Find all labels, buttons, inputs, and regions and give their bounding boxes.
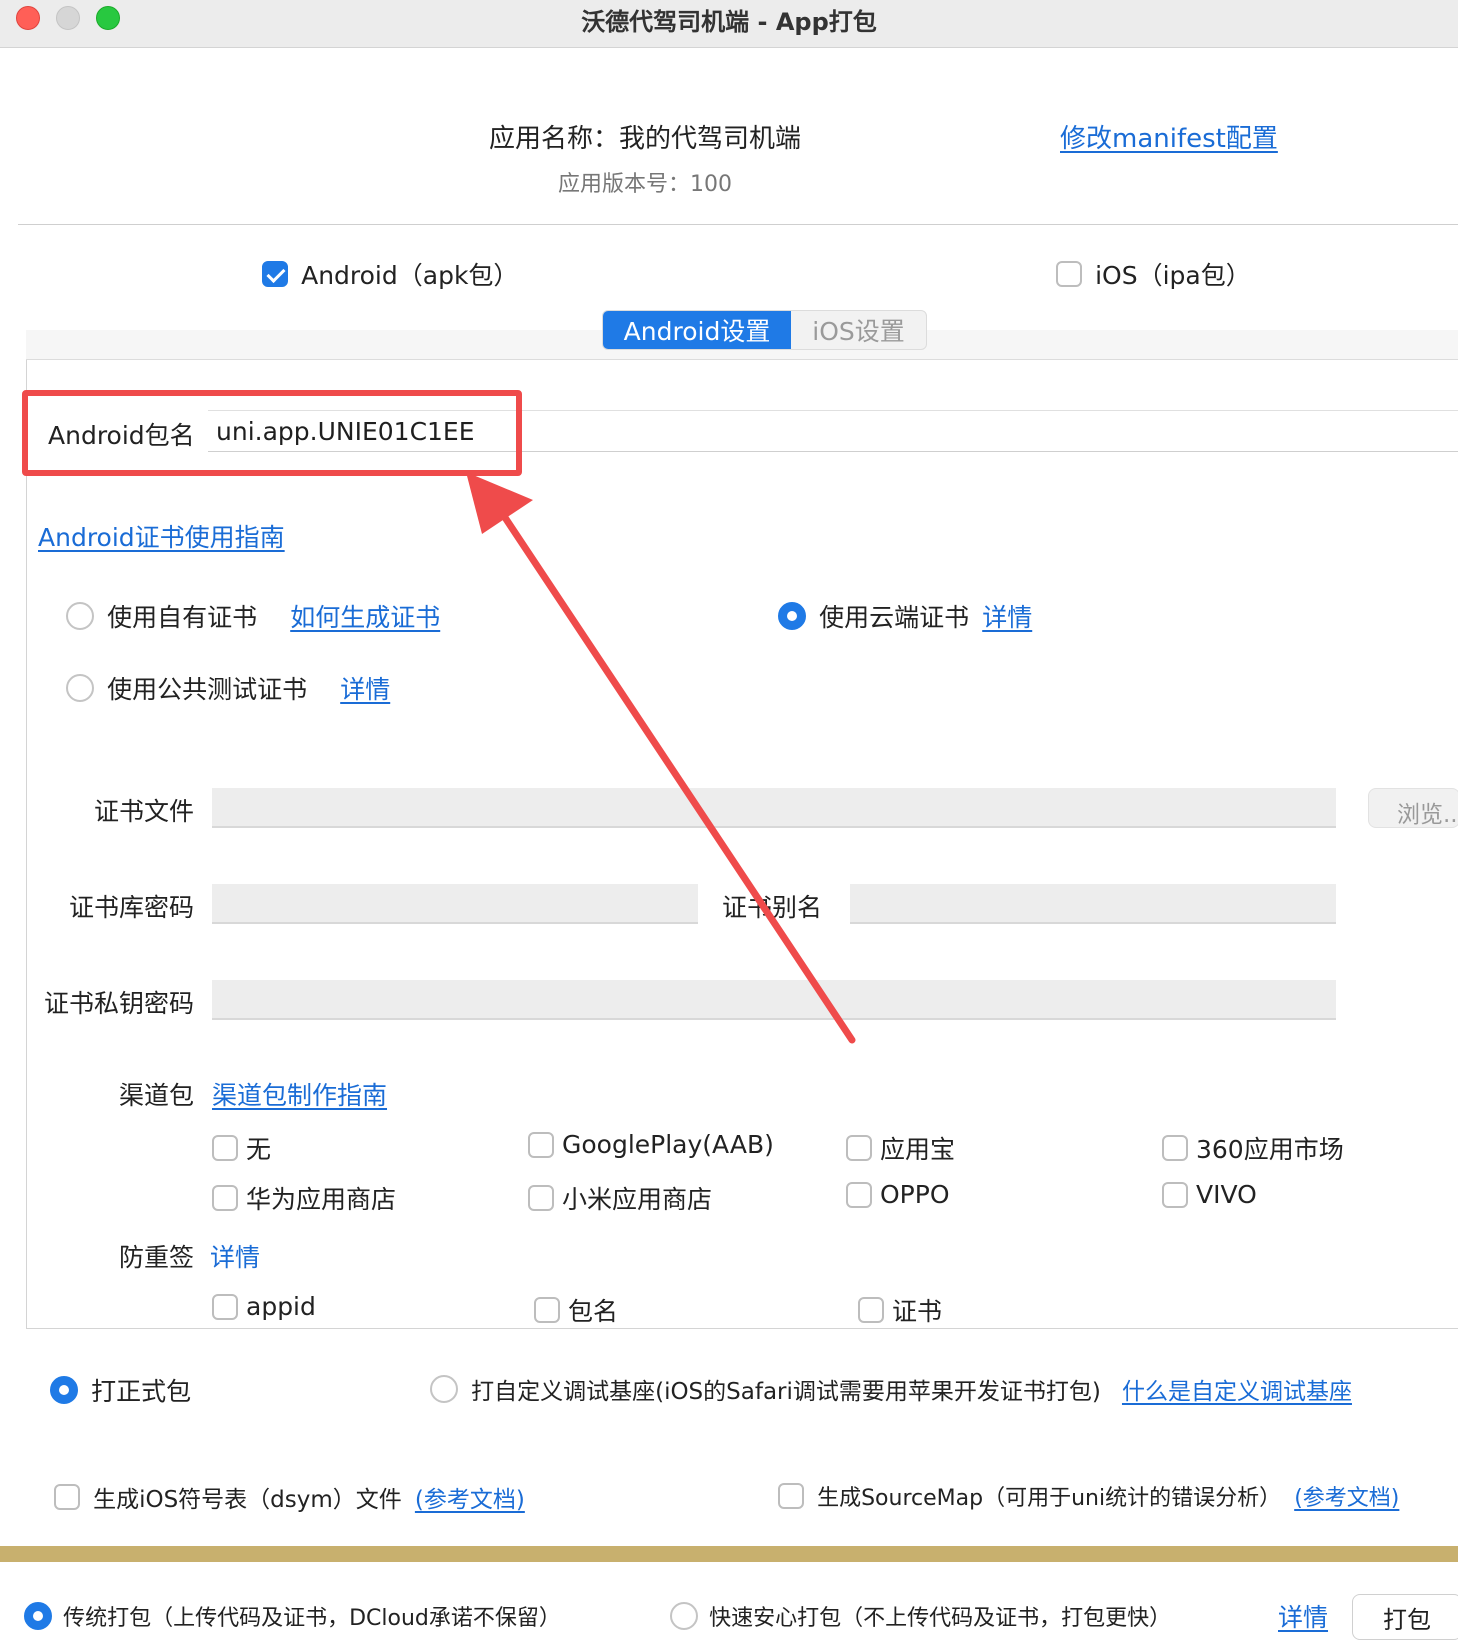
own-cert-radio[interactable] [66,602,94,630]
anti-resign-option-label: appid [246,1292,316,1321]
channel-option-label: 无 [246,1135,272,1164]
keystore-password-label: 证书库密码 [68,893,194,922]
channel-checkbox[interactable] [1162,1181,1188,1208]
dsym-docs-link[interactable]: (参考文档) [415,1480,525,1514]
own-cert-option[interactable]: 使用自有证书 如何生成证书 [66,598,440,634]
anti-resign-option-label: 证书 [892,1297,943,1326]
keystore-password-input[interactable] [212,884,698,924]
sourcemap-label: 生成SourceMap（可用于uni统计的错误分析） [817,1486,1282,1511]
android-platform-label: Android（apk包） [301,261,519,290]
channel-option-label: 360应用市场 [1196,1135,1344,1164]
channel-option-label: OPPO [880,1180,950,1209]
channel-option-label: VIVO [1196,1180,1257,1209]
app-version: 应用版本号：100 [558,172,732,197]
anti-resign-details-link[interactable]: 详情 [210,1238,260,1274]
fast-pack-option[interactable]: 快速安心打包（不上传代码及证书，打包更快） [670,1600,1171,1632]
cloud-cert-label: 使用云端证书 [819,603,970,632]
android-checkbox[interactable] [262,261,288,287]
channel-option-label: 应用宝 [880,1135,956,1164]
edit-manifest-link[interactable]: 修改manifest配置 [1060,118,1278,155]
public-test-cert-option[interactable]: 使用公共测试证书 详情 [66,670,390,706]
anti-resign-option-cert[interactable]: 证书 [858,1292,942,1328]
anti-resign-option-package[interactable]: 包名 [534,1292,618,1328]
traditional-pack-option[interactable]: 传统打包（上传代码及证书，DCloud承诺不保留） [24,1600,561,1632]
pack-button[interactable]: 打包 [1352,1594,1458,1640]
release-build-label: 打正式包 [91,1377,192,1406]
anti-resign-label: 防重签 [118,1243,194,1272]
channel-guide-link[interactable]: 渠道包制作指南 [212,1076,387,1112]
own-cert-label: 使用自有证书 [107,603,258,632]
app-name: 应用名称：我的代驾司机端 [488,124,801,154]
public-test-cert-radio[interactable] [66,674,94,702]
anti-resign-checkbox[interactable] [212,1293,238,1320]
android-platform-option[interactable]: Android（apk包） [262,256,518,292]
package-name-highlight-box [22,390,522,476]
cloud-cert-details-link[interactable]: 详情 [982,598,1032,634]
release-build-radio[interactable] [50,1376,78,1404]
channel-option-360[interactable]: 360应用市场 [1162,1130,1344,1166]
dsym-checkbox[interactable] [54,1484,80,1510]
fast-pack-label: 快速安心打包（不上传代码及证书，打包更快） [709,1606,1172,1631]
custom-base-radio[interactable] [430,1375,458,1403]
channel-option-huawei[interactable]: 华为应用商店 [212,1180,396,1216]
window-title: 沃德代驾司机端 - App打包 [581,8,877,36]
channel-checkbox[interactable] [212,1135,238,1161]
dsym-option[interactable]: 生成iOS符号表（dsym）文件 (参考文档) [54,1480,525,1514]
channel-option-xiaomi[interactable]: 小米应用商店 [528,1180,712,1216]
channel-checkbox[interactable] [846,1181,872,1208]
settings-tabs: Android设置 iOS设置 [602,310,927,350]
channel-checkbox[interactable] [1162,1135,1188,1161]
pack-details-link[interactable]: 详情 [1278,1598,1328,1634]
channel-option-vivo[interactable]: VIVO [1162,1180,1257,1209]
channel-option-none[interactable]: 无 [212,1130,271,1166]
fast-pack-radio[interactable] [670,1602,698,1630]
dsym-label: 生成iOS符号表（dsym）文件 [93,1487,402,1513]
footer-divider-bar [0,1546,1458,1562]
channel-checkbox[interactable] [528,1185,554,1211]
public-test-cert-details-link[interactable]: 详情 [340,670,390,706]
ios-platform-option[interactable]: iOS（ipa包） [1056,256,1251,292]
key-password-label: 证书私钥密码 [43,989,194,1018]
divider [18,224,1458,225]
sourcemap-docs-link[interactable]: (参考文档) [1294,1480,1399,1512]
custom-base-what-link[interactable]: 什么是自定义调试基座 [1122,1372,1352,1406]
channel-label: 渠道包 [118,1081,194,1110]
channel-option-yingyongbao[interactable]: 应用宝 [846,1130,955,1166]
channel-checkbox[interactable] [528,1131,554,1158]
custom-base-option[interactable]: 打自定义调试基座(iOS的Safari调试需要用苹果开发证书打包) 什么是自定义… [430,1372,1458,1406]
cert-file-input[interactable] [212,788,1336,828]
sourcemap-checkbox[interactable] [778,1483,804,1509]
channel-checkbox[interactable] [846,1135,872,1161]
release-build-option[interactable]: 打正式包 [50,1372,191,1408]
channel-option-oppo[interactable]: OPPO [846,1180,950,1209]
anti-resign-option-appid[interactable]: appid [212,1292,316,1321]
public-test-cert-label: 使用公共测试证书 [107,675,308,704]
channel-option-label: GooglePlay(AAB) [562,1130,774,1159]
ios-checkbox[interactable] [1056,261,1082,287]
browse-button[interactable]: 浏览... [1368,788,1458,828]
custom-base-label: 打自定义调试基座(iOS的Safari调试需要用苹果开发证书打包) [471,1379,1101,1405]
anti-resign-checkbox[interactable] [534,1297,560,1323]
cert-file-label: 证书文件 [93,797,194,826]
traditional-pack-label: 传统打包（上传代码及证书，DCloud承诺不保留） [63,1606,561,1631]
anti-resign-option-label: 包名 [568,1297,619,1326]
cloud-cert-radio[interactable] [778,602,806,630]
tab-android-settings[interactable]: Android设置 [603,311,791,349]
channel-option-label: 华为应用商店 [246,1185,397,1214]
cert-alias-input[interactable] [850,884,1336,924]
anti-resign-checkbox[interactable] [858,1297,884,1323]
android-cert-guide-link[interactable]: Android证书使用指南 [38,518,285,554]
channel-option-label: 小米应用商店 [562,1185,713,1214]
cloud-cert-option[interactable]: 使用云端证书 详情 [778,598,1032,634]
channel-checkbox[interactable] [212,1185,238,1211]
tab-ios-settings[interactable]: iOS设置 [791,311,926,349]
channel-option-googleplay[interactable]: GooglePlay(AAB) [528,1130,774,1159]
ios-platform-label: iOS（ipa包） [1095,261,1251,290]
cert-alias-label: 证书别名 [722,893,823,922]
how-to-generate-cert-link[interactable]: 如何生成证书 [290,598,440,634]
key-password-input[interactable] [212,980,1336,1020]
traditional-pack-radio[interactable] [24,1602,52,1630]
sourcemap-option[interactable]: 生成SourceMap（可用于uni统计的错误分析） (参考文档) [778,1480,1458,1512]
